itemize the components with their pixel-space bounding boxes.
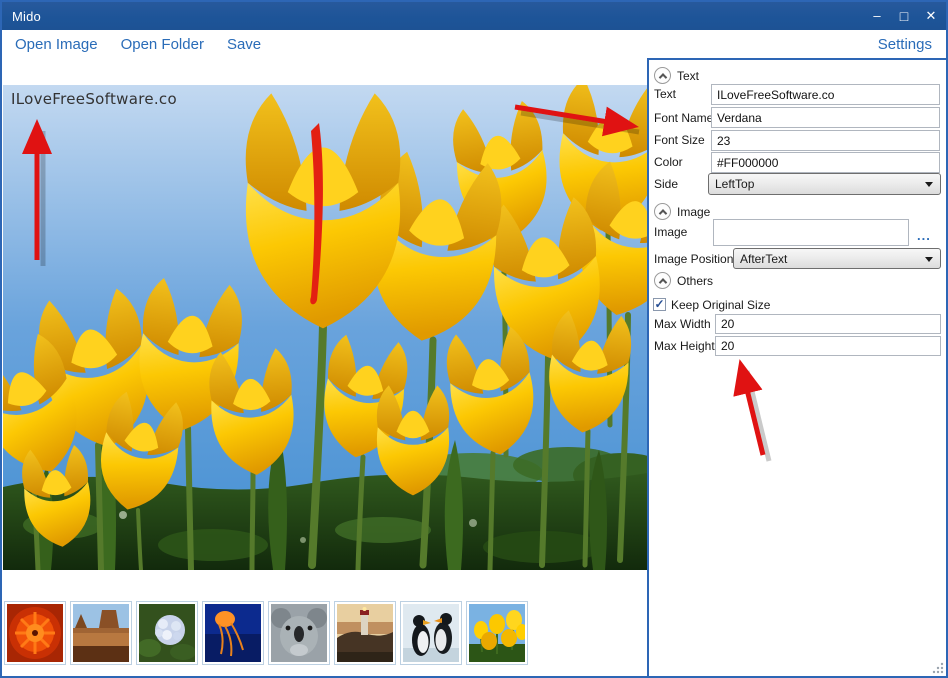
thumbnail-hydrangeas[interactable] xyxy=(136,601,198,665)
font-size-input[interactable] xyxy=(711,130,940,151)
close-icon[interactable]: ✕ xyxy=(924,2,938,30)
thumbnail-tulips[interactable] xyxy=(466,601,528,665)
thumbnail-penguins[interactable] xyxy=(400,601,462,665)
image-position-value: AfterText xyxy=(740,252,787,266)
side-label: Side xyxy=(654,177,678,191)
side-dropdown-value: LeftTop xyxy=(715,177,754,191)
browse-button[interactable]: ... xyxy=(917,228,931,243)
open-image-button[interactable]: Open Image xyxy=(15,36,98,53)
settings-button[interactable]: Settings xyxy=(878,36,932,53)
keep-original-size-checkbox[interactable]: ✓ xyxy=(653,298,666,311)
others-section-header: Others xyxy=(677,274,713,288)
collapse-chevron-icon[interactable] xyxy=(654,67,671,84)
font-name-label: Font Name xyxy=(654,111,713,125)
thumbnail-lighthouse[interactable] xyxy=(334,601,396,665)
koala-icon xyxy=(271,604,327,662)
max-width-label: Max Width xyxy=(654,317,711,331)
window-controls: – □ ✕ xyxy=(870,2,938,30)
dropdown-arrow-icon xyxy=(925,182,933,187)
penguins-icon xyxy=(403,604,459,662)
image-path-input[interactable] xyxy=(713,219,909,246)
dropdown-arrow-icon xyxy=(925,257,933,262)
resize-grip[interactable] xyxy=(931,661,944,674)
image-position-dropdown[interactable]: AfterText xyxy=(733,248,941,269)
collapse-chevron-icon[interactable] xyxy=(654,203,671,220)
font-name-input[interactable] xyxy=(711,107,940,128)
image-section-header: Image xyxy=(677,205,710,219)
text-section-header: Text xyxy=(677,69,699,83)
text-section-expander[interactable]: Text xyxy=(654,67,699,84)
thumbnail-chrysanthemum[interactable] xyxy=(4,601,66,665)
hydrangeas-icon xyxy=(139,604,195,662)
image-section-expander[interactable]: Image xyxy=(654,203,710,220)
titlebar: Mido – □ ✕ xyxy=(2,2,946,30)
image-position-label: Image Position xyxy=(654,252,733,266)
tulips-icon xyxy=(469,604,525,662)
thumbnail-strip xyxy=(4,601,528,667)
lighthouse-icon xyxy=(337,604,393,662)
minimize-icon[interactable]: – xyxy=(870,2,884,30)
color-label: Color xyxy=(654,155,683,169)
side-dropdown[interactable]: LeftTop xyxy=(708,173,941,195)
window-title: Mido xyxy=(12,9,41,24)
keep-original-size-label: Keep Original Size xyxy=(671,298,770,312)
toolbar: Open Image Open Folder Save Settings xyxy=(2,30,946,58)
max-height-input[interactable] xyxy=(715,336,941,356)
check-icon: ✓ xyxy=(654,299,664,309)
settings-panel: Text Text Font Name Font Size Color Side… xyxy=(647,58,946,676)
color-input[interactable] xyxy=(711,152,940,173)
chrysanthemum-icon xyxy=(7,604,63,662)
maximize-icon[interactable]: □ xyxy=(897,2,911,30)
collapse-chevron-icon[interactable] xyxy=(654,272,671,289)
thumbnail-jellyfish[interactable] xyxy=(202,601,264,665)
jellyfish-icon xyxy=(205,604,261,662)
app-window: Mido – □ ✕ Open Image Open Folder Save S… xyxy=(0,0,948,678)
tulips-photo xyxy=(3,85,647,570)
max-height-label: Max Height xyxy=(654,339,715,353)
image-field-label: Image xyxy=(654,225,687,239)
save-button[interactable]: Save xyxy=(227,36,261,53)
desert-icon xyxy=(73,604,129,662)
thumbnail-desert[interactable] xyxy=(70,601,132,665)
others-section-expander[interactable]: Others xyxy=(654,272,713,289)
watermark-text: ILoveFreeSoftware.co xyxy=(11,90,177,108)
open-folder-button[interactable]: Open Folder xyxy=(121,36,204,53)
thumbnail-koala[interactable] xyxy=(268,601,330,665)
text-field-label: Text xyxy=(654,87,676,101)
max-width-input[interactable] xyxy=(715,314,941,334)
font-size-label: Font Size xyxy=(654,133,705,147)
watermark-text-input[interactable] xyxy=(711,84,940,105)
image-preview: ILoveFreeSoftware.co xyxy=(3,85,647,570)
